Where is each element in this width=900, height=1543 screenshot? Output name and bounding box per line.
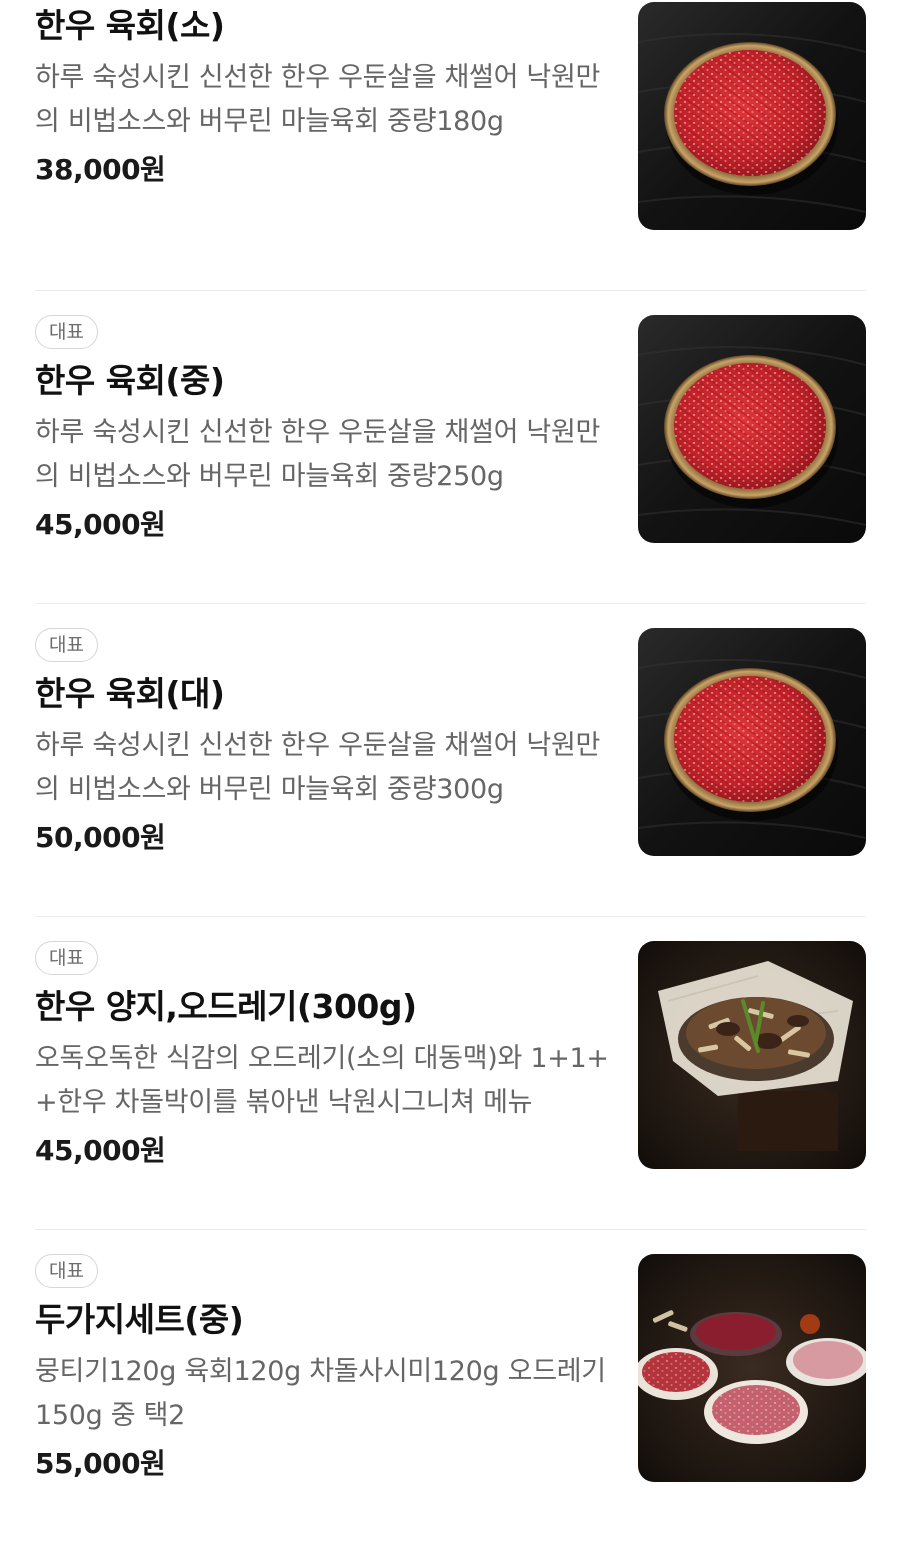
menu-item-description: 오독오독한 식감의 오드레기(소의 대동맥)와 1+1++한우 차돌박이를 볶아… [35,1043,609,1118]
set-platter-icon[interactable] [638,1254,866,1482]
signature-badge: 대표 [35,941,98,975]
menu-item[interactable]: 대표 한우 육회(중) 하루 숙성시킨 신선한 한우 우둔살을 채썰어 낙원만의… [35,291,866,604]
menu-item-info: 한우 육회(소) 하루 숙성시킨 신선한 한우 우둔살을 채썰어 낙원만의 비법… [35,2,610,190]
menu-item-info: 대표 한우 육회(중) 하루 숙성시킨 신선한 한우 우둔살을 채썰어 낙원만의… [35,315,610,545]
menu-item-info: 대표 한우 양지,오드레기(300g) 오독오독한 식감의 오드레기(소의 대동… [35,941,610,1171]
menu-item-description: 하루 숙성시킨 신선한 한우 우둔살을 채썰어 낙원만의 비법소스와 버무린 마… [35,417,601,492]
menu-item[interactable]: 대표 한우 양지,오드레기(300g) 오독오독한 식감의 오드레기(소의 대동… [35,917,866,1230]
menu-item-name: 한우 육회(대) [35,674,225,713]
signature-badge: 대표 [35,1254,98,1288]
menu-item-info: 대표 두가지세트(중) 뭉티기120g 육회120g 차돌사시미120g 오드레… [35,1254,610,1484]
menu-item[interactable]: 대표 두가지세트(중) 뭉티기120g 육회120g 차돌사시미120g 오드레… [35,1230,866,1543]
menu-item-price: 38,000원 [35,153,166,186]
menu-item[interactable]: 한우 육회(소) 하루 숙성시킨 신선한 한우 우둔살을 채썰어 낙원만의 비법… [35,0,866,291]
menu-item-price: 45,000원 [35,1134,166,1167]
yukhoe-plate-icon[interactable] [638,315,866,543]
signature-badge: 대표 [35,628,98,662]
yukhoe-plate-icon[interactable] [638,2,866,230]
signature-badge: 대표 [35,315,98,349]
menu-list: 한우 육회(소) 하루 숙성시킨 신선한 한우 우둔살을 채썰어 낙원만의 비법… [0,0,900,1543]
menu-item-name: 한우 양지,오드레기(300g) [35,987,417,1026]
menu-item-price: 55,000원 [35,1447,166,1480]
menu-item[interactable]: 대표 한우 육회(대) 하루 숙성시킨 신선한 한우 우둔살을 채썰어 낙원만의… [35,604,866,917]
menu-item-description: 뭉티기120g 육회120g 차돌사시미120g 오드레기150g 중 택2 [35,1356,606,1431]
stir-fry-dish-icon[interactable] [638,941,866,1169]
menu-item-description: 하루 숙성시킨 신선한 한우 우둔살을 채썰어 낙원만의 비법소스와 버무린 마… [35,730,601,805]
menu-item-description: 하루 숙성시킨 신선한 한우 우둔살을 채썰어 낙원만의 비법소스와 버무린 마… [35,62,601,137]
menu-item-price: 50,000원 [35,821,166,854]
menu-item-name: 한우 육회(소) [35,6,225,45]
menu-item-name: 한우 육회(중) [35,361,225,400]
menu-item-info: 대표 한우 육회(대) 하루 숙성시킨 신선한 한우 우둔살을 채썰어 낙원만의… [35,628,610,858]
menu-item-name: 두가지세트(중) [35,1300,244,1339]
yukhoe-plate-icon[interactable] [638,628,866,856]
menu-item-price: 45,000원 [35,508,166,541]
